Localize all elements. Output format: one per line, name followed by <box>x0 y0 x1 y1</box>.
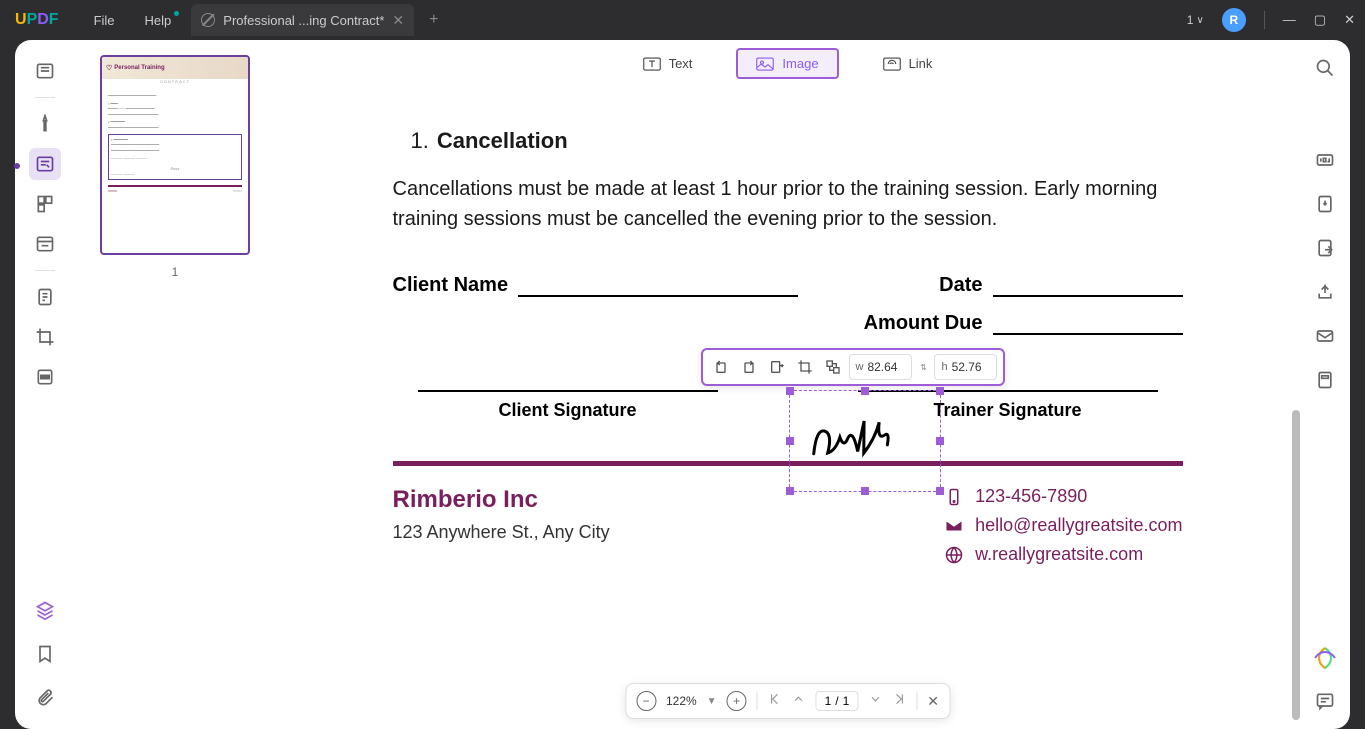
add-tab-button[interactable]: + <box>429 11 438 29</box>
page-tool-icon[interactable] <box>29 188 61 220</box>
attachment-icon[interactable] <box>29 682 61 714</box>
save-as-icon[interactable] <box>1312 235 1338 261</box>
menu-help[interactable]: Help <box>145 13 172 28</box>
print-icon[interactable] <box>1312 367 1338 393</box>
active-indicator-dot <box>14 163 20 169</box>
date-field: Date <box>939 274 1182 297</box>
app-logo: UPDF <box>15 11 59 29</box>
extract-icon[interactable] <box>765 355 789 379</box>
maximize-button[interactable]: ▢ <box>1314 12 1326 28</box>
first-page-icon[interactable] <box>768 692 782 711</box>
reader-mode-icon[interactable] <box>29 55 61 87</box>
height-input[interactable]: h 52.76 <box>934 354 996 380</box>
share-icon[interactable] <box>1312 279 1338 305</box>
last-page-icon[interactable] <box>892 692 906 711</box>
web-icon <box>945 546 963 564</box>
avatar[interactable]: R <box>1222 8 1246 32</box>
zoom-value: 122% <box>666 694 697 708</box>
convert-icon[interactable] <box>1312 191 1338 217</box>
prev-page-icon[interactable] <box>792 692 806 711</box>
no-edit-icon <box>201 13 215 27</box>
resize-handle[interactable] <box>861 387 869 395</box>
client-signature-block: Client Signature <box>393 390 743 421</box>
aspect-lock-icon[interactable]: ⇅ <box>916 363 930 372</box>
vertical-scrollbar[interactable] <box>1292 410 1300 720</box>
link-tool-button[interactable]: Link <box>869 50 947 77</box>
phone-icon <box>945 488 963 506</box>
thumbnail-page-number: 1 <box>172 265 179 279</box>
tab-close-icon[interactable]: ✕ <box>392 12 404 29</box>
image-tool-button[interactable]: Image <box>736 48 838 79</box>
email-send-icon[interactable] <box>1312 323 1338 349</box>
document-page: 1.Cancellation Cancellations must be mad… <box>313 88 1263 688</box>
edit-tool-icon[interactable] <box>29 148 61 180</box>
bottom-bar: − 122% ▼ + 1 / 1 ✕ <box>625 683 950 719</box>
ai-assistant-icon[interactable] <box>1313 646 1337 670</box>
bookmark-icon[interactable] <box>29 638 61 670</box>
width-input[interactable]: w 82.64 <box>849 354 913 380</box>
crop-tool-icon[interactable] <box>29 321 61 353</box>
company-block: Rimberio Inc 123 Anywhere St., Any City <box>393 486 610 543</box>
rotate-right-icon[interactable] <box>737 355 761 379</box>
protect-tool-icon[interactable] <box>29 281 61 313</box>
resize-handle[interactable] <box>861 487 869 495</box>
email-icon <box>945 517 963 535</box>
resize-handle[interactable] <box>936 487 944 495</box>
document-tab[interactable]: Professional ...ing Contract* ✕ <box>191 4 414 36</box>
text-tool-button[interactable]: Text <box>629 50 707 77</box>
close-button[interactable]: ✕ <box>1344 12 1355 28</box>
page-input[interactable]: 1 / 1 <box>816 691 859 711</box>
section-heading: 1.Cancellation <box>411 128 1183 154</box>
resize-handle[interactable] <box>786 387 794 395</box>
thumbnail-panel: ♡Personal Training CONTRACT ━━━━━━━━━━━━… <box>75 40 275 729</box>
trial-badge[interactable]: 1∨ <box>1187 13 1204 27</box>
zoom-out-button[interactable]: − <box>636 691 656 711</box>
comment-panel-icon[interactable] <box>1312 688 1338 714</box>
resize-handle[interactable] <box>786 487 794 495</box>
search-icon[interactable] <box>1312 55 1338 81</box>
left-rail <box>15 40 75 729</box>
minimize-button[interactable]: — <box>1283 12 1296 28</box>
close-bar-icon[interactable]: ✕ <box>927 693 939 710</box>
resize-handle[interactable] <box>936 387 944 395</box>
contact-block: 123-456-7890 hello@reallygreatsite.com w… <box>945 486 1182 565</box>
form-tool-icon[interactable] <box>29 228 61 260</box>
replace-icon[interactable] <box>821 355 845 379</box>
image-edit-toolbar: w 82.64 ⇅ h 52.76 <box>701 348 1005 386</box>
menu-file[interactable]: File <box>94 13 115 28</box>
zoom-dropdown-icon[interactable]: ▼ <box>707 696 717 707</box>
comment-tool-icon[interactable] <box>29 108 61 140</box>
crop-image-icon[interactable] <box>793 355 817 379</box>
redact-tool-icon[interactable] <box>29 361 61 393</box>
image-selection-box[interactable] <box>789 390 941 492</box>
titlebar: UPDF File Help Professional ...ing Contr… <box>0 0 1365 40</box>
tab-title: Professional ...ing Contract* <box>223 13 384 28</box>
right-rail <box>1300 40 1350 729</box>
client-name-field: Client Name <box>393 274 799 297</box>
ocr-icon[interactable] <box>1312 147 1338 173</box>
page-thumbnail[interactable]: ♡Personal Training CONTRACT ━━━━━━━━━━━━… <box>100 55 250 255</box>
layers-icon[interactable] <box>29 594 61 626</box>
signature-image <box>803 408 926 469</box>
resize-handle[interactable] <box>936 437 944 445</box>
footer-separator <box>393 461 1183 466</box>
amount-due-field: Amount Due <box>864 312 1183 335</box>
zoom-in-button[interactable]: + <box>727 691 747 711</box>
rotate-left-icon[interactable] <box>709 355 733 379</box>
body-paragraph: Cancellations must be made at least 1 ho… <box>393 174 1183 234</box>
resize-handle[interactable] <box>786 437 794 445</box>
edit-toolbar: Text Image Link <box>275 40 1300 88</box>
next-page-icon[interactable] <box>868 692 882 711</box>
